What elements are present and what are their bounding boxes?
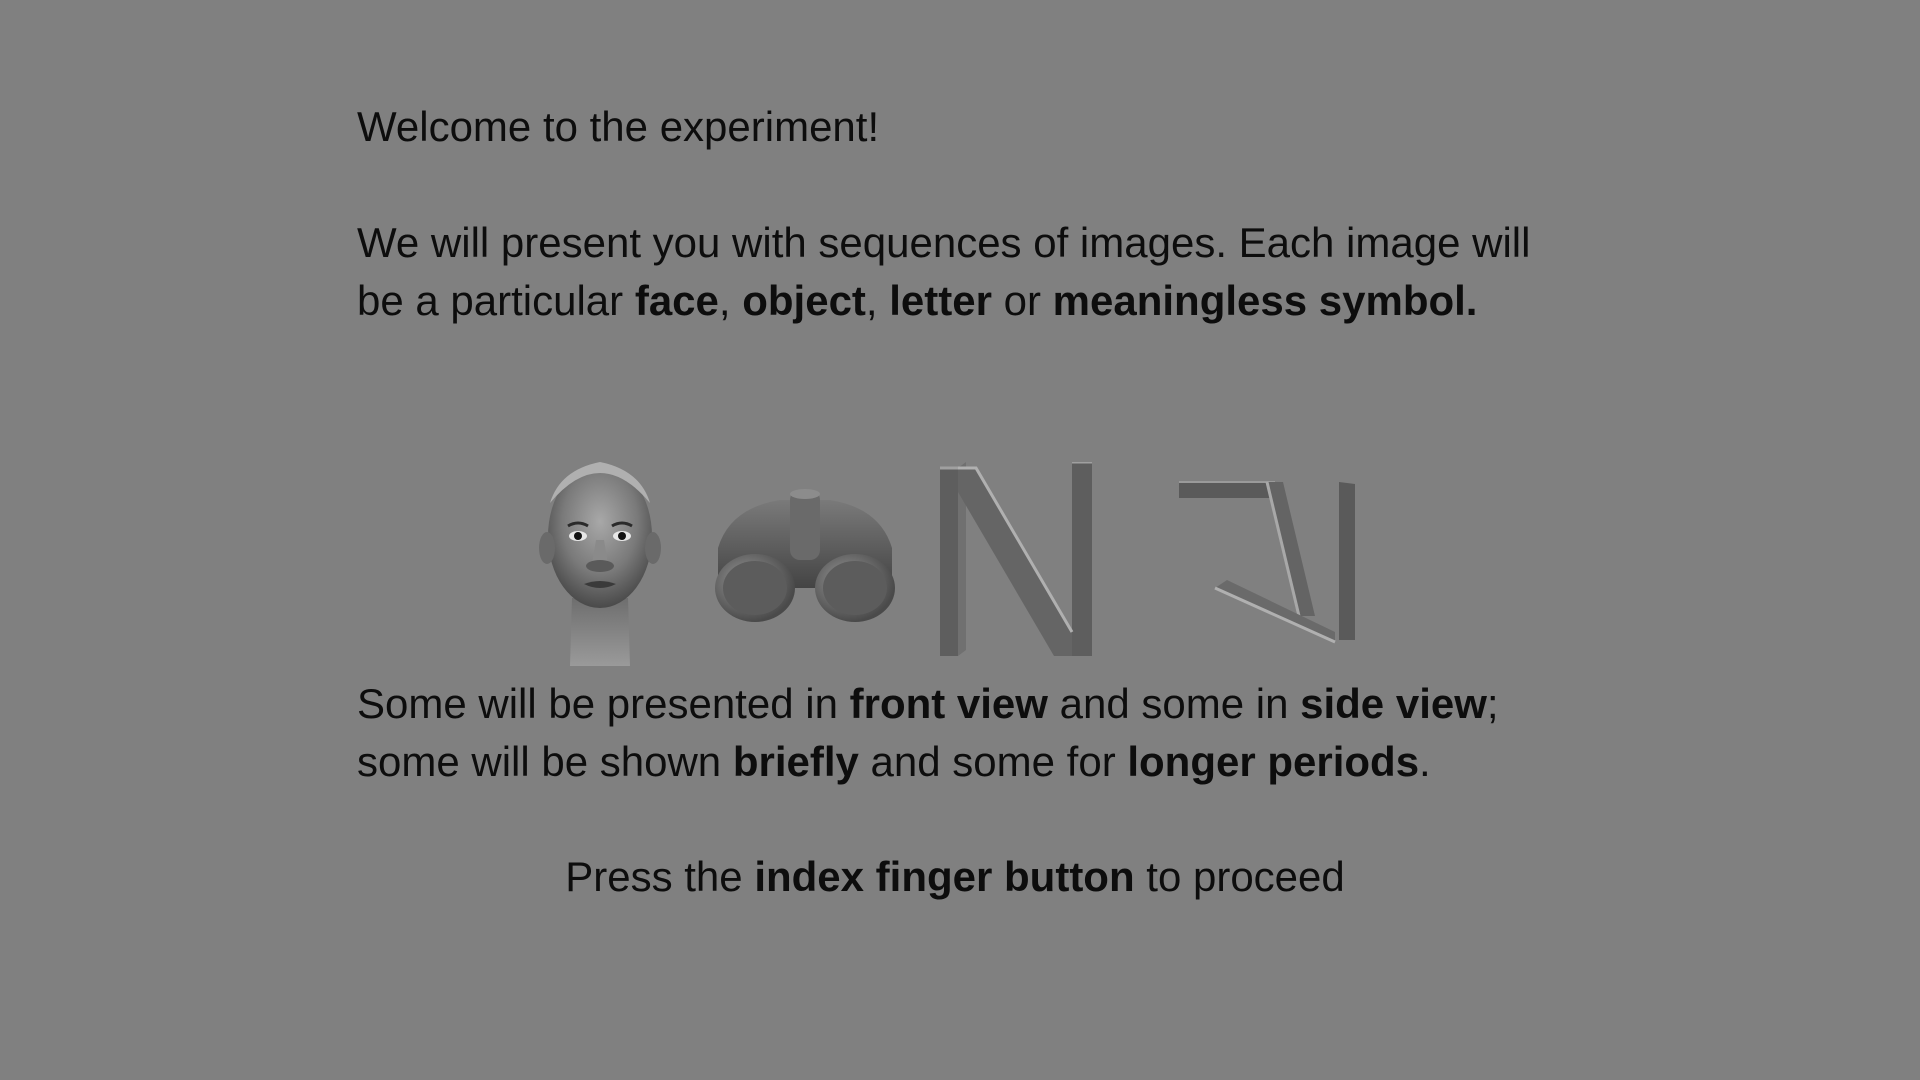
intro-paragraph: We will present you with sequences of im… [357,214,1577,330]
keyword-object: object [742,277,866,324]
views-text: and some for [858,738,1128,785]
views-paragraph: Some will be presented in front view and… [357,675,1577,791]
welcome-heading: Welcome to the experiment! [357,103,880,150]
face-image [539,462,661,666]
keyword-side-view: side view [1300,680,1487,727]
keyword-face: face [634,277,719,324]
views-text: Some will be presented in [357,680,850,727]
instruction-screen: Welcome to the experiment! We will prese… [0,0,1920,1080]
intro-separator: or [991,277,1053,324]
keyword-briefly: briefly [732,738,859,785]
abstract-symbol-image [1179,481,1355,644]
keyword-letter: letter [889,277,992,324]
views-text: and some in [1047,680,1301,727]
intro-separator: , [865,277,890,324]
letter-n-image [940,462,1092,656]
views-text: . [1419,738,1431,785]
stimulus-examples [520,448,1360,670]
keyword-symbol: meaningless symbol. [1052,277,1478,324]
binoculars-image [715,489,895,622]
proceed-text: to proceed [1134,853,1345,900]
proceed-instruction: Press the index finger button to proceed [0,848,1910,906]
proceed-text: Press the [565,853,755,900]
keyword-front-view: front view [849,680,1048,727]
keyword-longer-periods: longer periods [1127,738,1420,785]
intro-separator: , [718,277,743,324]
keyword-index-finger-button: index finger button [754,853,1135,900]
